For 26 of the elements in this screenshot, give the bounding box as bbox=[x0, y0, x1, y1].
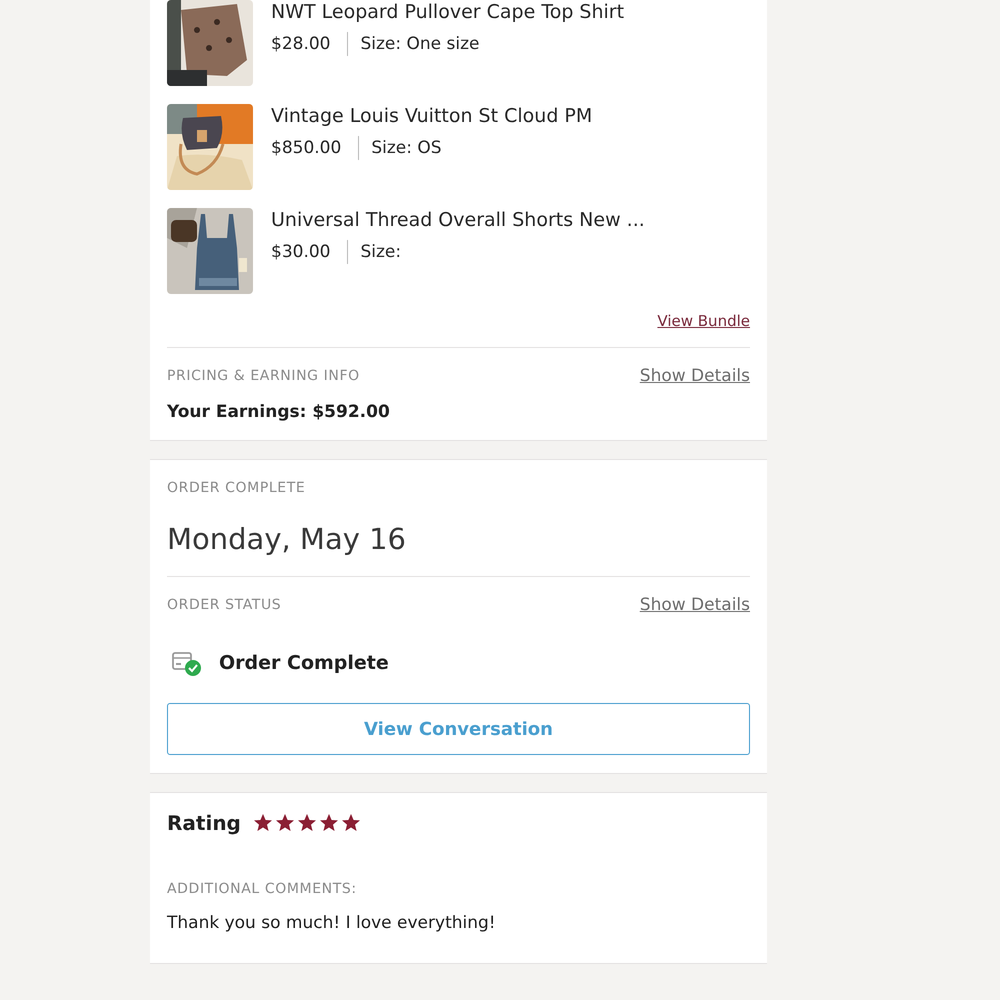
item-size: Size: One size bbox=[360, 34, 480, 54]
view-bundle-link[interactable]: View Bundle bbox=[657, 312, 750, 330]
section-heading: ORDER COMPLETE bbox=[167, 480, 306, 496]
star-icon bbox=[274, 813, 295, 833]
item-title[interactable]: NWT Leopard Pullover Cape Top Shirt bbox=[271, 0, 624, 24]
show-details-link[interactable]: Show Details bbox=[640, 595, 750, 615]
star-icon bbox=[340, 813, 361, 833]
star-icon bbox=[296, 813, 317, 833]
item-price: $30.00 bbox=[271, 242, 330, 262]
item-title[interactable]: Universal Thread Overall Shorts New ... bbox=[271, 208, 645, 232]
item-price: $850.00 bbox=[271, 138, 342, 158]
comment-text: Thank you so much! I love everything! bbox=[167, 913, 497, 933]
item-title[interactable]: Vintage Louis Vuitton St Cloud PM bbox=[271, 104, 592, 128]
section-heading: PRICING & EARNING INFO bbox=[167, 368, 360, 384]
item-price: $28.00 bbox=[271, 34, 330, 54]
order-status-text: Order Complete bbox=[219, 652, 389, 674]
completion-date: Monday, May 16 bbox=[167, 522, 407, 556]
rating-label: Rating bbox=[167, 811, 241, 835]
star-icon bbox=[318, 813, 339, 833]
item-size: Size: OS bbox=[371, 138, 442, 158]
star-icon bbox=[252, 813, 273, 833]
section-heading: ORDER STATUS bbox=[167, 597, 282, 613]
section-heading: ADDITIONAL COMMENTS: bbox=[167, 881, 358, 897]
show-details-link[interactable]: Show Details bbox=[640, 366, 750, 386]
earnings-text: Your Earnings: $592.00 bbox=[167, 402, 391, 422]
item-size: Size: bbox=[360, 242, 402, 262]
